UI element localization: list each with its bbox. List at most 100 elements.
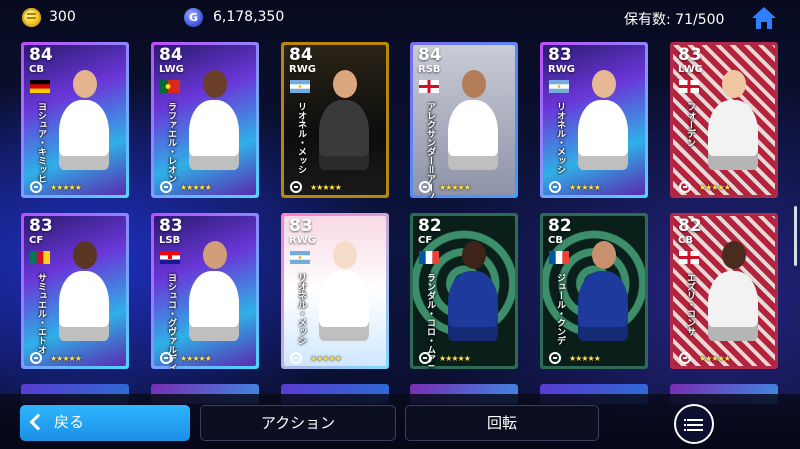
card-stars: ★★★★★	[699, 354, 731, 363]
back-button-label: 戻る	[54, 413, 85, 431]
card-player-name: ヨシュア・キミッヒ	[36, 102, 46, 183]
card-rating: 84	[29, 45, 53, 65]
card-stars: ★★★★★	[310, 354, 342, 363]
portugal-flag-icon	[160, 80, 180, 93]
card-stars: ★★★★★	[50, 354, 82, 363]
action-button[interactable]: アクション	[200, 405, 396, 441]
card-rating: 82	[548, 216, 572, 236]
card-position: LSB	[159, 235, 181, 246]
card-rating: 82	[678, 216, 702, 236]
argentina-flag-icon	[290, 80, 310, 93]
player-image	[189, 100, 239, 170]
card-player-name: ジュール・クンデ	[555, 273, 565, 345]
card-rating: 83	[289, 216, 313, 236]
card-stars: ★★★★★	[180, 354, 212, 363]
player-head	[73, 70, 97, 98]
player-card[interactable]: 84 RWG リオネル・メッシ ★★★★★	[281, 42, 389, 198]
player-card[interactable]: 84 RSB アレクサンダー＝アーノルド ★★★★★	[410, 42, 518, 198]
player-head	[333, 241, 357, 269]
card-rating: 83	[159, 216, 183, 236]
player-image	[319, 100, 369, 170]
card-position: RWG	[548, 64, 575, 75]
player-image	[448, 271, 498, 341]
card-rating: 83	[29, 216, 53, 236]
player-head	[203, 70, 227, 98]
england-flag-icon	[419, 80, 439, 93]
player-head	[722, 70, 746, 98]
efootball-logo-icon	[679, 352, 691, 364]
player-card[interactable]: 83 LSB ヨシュコ・グヴァルディオル ★★★★★	[151, 213, 259, 369]
efootball-logo-icon	[679, 181, 691, 193]
card-player-name: エズリ・コンサ	[685, 273, 695, 336]
efootball-logo-icon	[419, 352, 431, 364]
player-card[interactable]: 83 RWG リオネル・メッシ ★★★★★	[540, 42, 648, 198]
card-stars: ★★★★★	[439, 354, 471, 363]
card-stars: ★★★★★	[439, 183, 471, 192]
efootball-logo-icon	[549, 352, 561, 364]
player-head	[462, 241, 486, 269]
player-head	[333, 70, 357, 98]
card-player-name: リオネル・メッシ	[296, 102, 306, 174]
efootball-logo-icon	[549, 181, 561, 193]
england-flag-icon	[679, 80, 699, 93]
croatia-flag-icon	[160, 251, 180, 264]
player-card[interactable]: 84 CB ヨシュア・キミッヒ ★★★★★	[21, 42, 129, 198]
player-card[interactable]: 82 CF ランダル・コロ・ムアニ ★★★★★	[410, 213, 518, 369]
card-rating: 84	[289, 45, 313, 65]
player-image	[59, 271, 109, 341]
player-head	[203, 241, 227, 269]
player-image	[448, 100, 498, 170]
player-image	[59, 100, 109, 170]
efootball-logo-icon	[30, 352, 42, 364]
player-card[interactable]: 84 LWG ラファエル・レオン ★★★★★	[151, 42, 259, 198]
card-player-name: ラファエル・レオン	[166, 102, 176, 183]
card-rating: 84	[418, 45, 442, 65]
card-position: RWG	[289, 235, 316, 246]
back-button[interactable]: 戻る	[20, 405, 190, 441]
card-position: LWG	[159, 64, 184, 75]
player-image	[708, 100, 758, 170]
player-image	[578, 100, 628, 170]
player-head	[73, 241, 97, 269]
card-rating: 82	[418, 216, 442, 236]
player-head	[592, 70, 616, 98]
card-rating: 84	[159, 45, 183, 65]
card-position: RSB	[418, 64, 441, 75]
player-head	[722, 241, 746, 269]
card-rating: 83	[548, 45, 572, 65]
argentina-flag-icon	[290, 251, 310, 264]
rotate-button[interactable]: 回転	[405, 405, 599, 441]
card-position: CF	[29, 235, 44, 246]
card-stars: ★★★★★	[310, 183, 342, 192]
card-position: CF	[418, 235, 433, 246]
card-player-name: リオネル・メッシ	[555, 102, 565, 174]
germany-flag-icon	[30, 80, 50, 93]
player-image	[708, 271, 758, 341]
player-head	[592, 241, 616, 269]
player-image	[319, 271, 369, 341]
efootball-logo-icon	[290, 352, 302, 364]
card-position: LWG	[678, 64, 703, 75]
player-card[interactable]: 83 LWG フォーデン ★★★★★	[670, 42, 778, 198]
card-position: RWG	[289, 64, 316, 75]
efootball-logo-icon	[419, 181, 431, 193]
chevron-left-icon	[29, 413, 47, 431]
player-card[interactable]: 82 CB ジュール・クンデ ★★★★★	[540, 213, 648, 369]
player-image	[578, 271, 628, 341]
card-position: CB	[678, 235, 693, 246]
france-flag-icon	[419, 251, 439, 264]
card-stars: ★★★★★	[569, 183, 601, 192]
card-stars: ★★★★★	[569, 354, 601, 363]
player-card-grid: 84 CB ヨシュア・キミッヒ ★★★★★ 84 LWG ラファエル・レオン ★★★★★ 84 R…	[0, 0, 800, 449]
england-flag-icon	[679, 251, 699, 264]
player-head	[462, 70, 486, 98]
france-flag-icon	[549, 251, 569, 264]
card-player-name: フォーデン	[685, 102, 695, 147]
efootball-logo-icon	[160, 352, 172, 364]
scrollbar[interactable]	[794, 206, 797, 266]
player-card[interactable]: 82 CB エズリ・コンサ ★★★★★	[670, 213, 778, 369]
card-position: CB	[548, 235, 563, 246]
player-card[interactable]: 83 CF サミュエル・エトオ ★★★★★	[21, 213, 129, 369]
player-card[interactable]: 83 RWG リオネル・メッシ ★★★★★	[281, 213, 389, 369]
list-menu-icon[interactable]	[674, 404, 714, 444]
